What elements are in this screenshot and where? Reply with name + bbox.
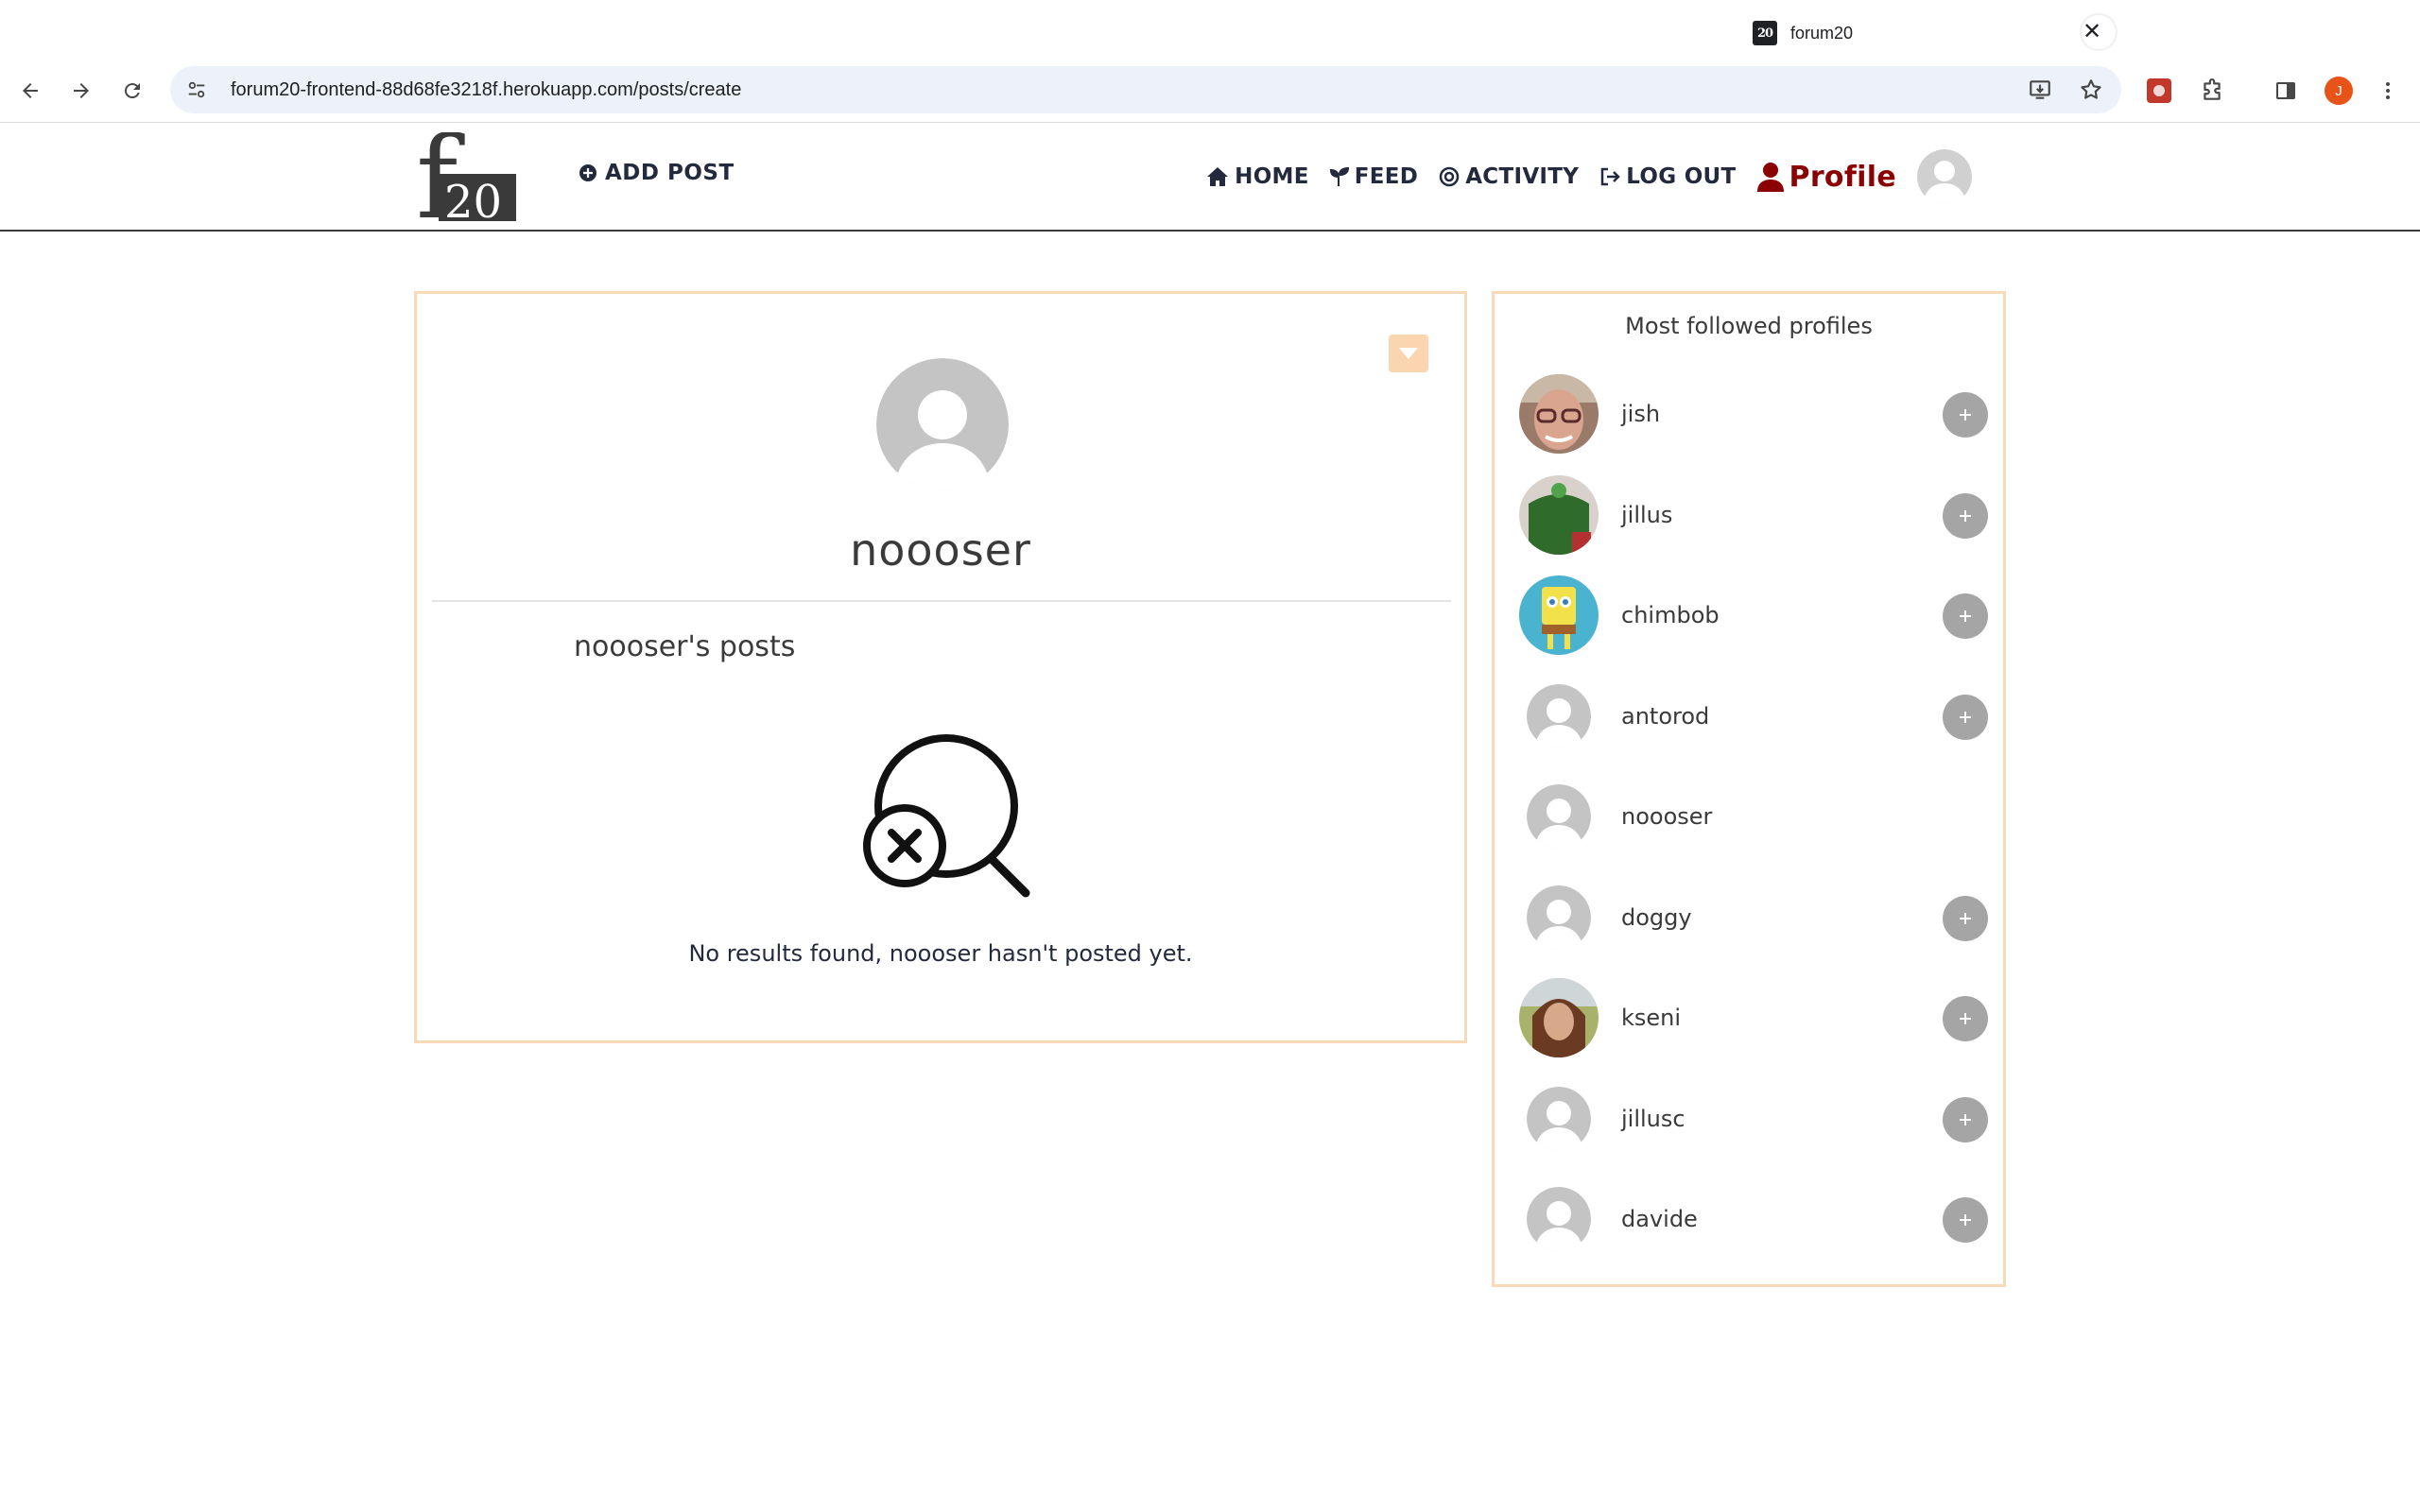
add-post-label: ADD POST: [605, 161, 735, 185]
avatar[interactable]: [1527, 683, 1591, 748]
profile-card: noooser noooser's posts No results found…: [414, 291, 1467, 1043]
nav-activity-label: ACTIVITY: [1465, 164, 1580, 189]
site-logo[interactable]: f 20: [416, 113, 522, 245]
plus-icon: [1960, 1214, 1971, 1226]
nav-logout-label: LOG OUT: [1626, 164, 1737, 189]
avatar[interactable]: [1527, 784, 1591, 850]
profile-divider: [432, 600, 1451, 602]
avatar[interactable]: [1519, 474, 1599, 555]
avatar[interactable]: [1519, 978, 1599, 1058]
browser-toolbar: forum20-frontend-88d68fe3218f.herokuapp.…: [0, 59, 2420, 123]
profile-list-item[interactable]: kseni: [1519, 968, 1988, 1069]
nav-feed-label: FEED: [1354, 164, 1419, 189]
nav-profile-link[interactable]: Profile: [1756, 160, 1896, 194]
profile-username: noooser: [850, 524, 1031, 576]
follow-button[interactable]: [1943, 895, 1988, 941]
avatar[interactable]: [1527, 1187, 1591, 1252]
avatar[interactable]: [1527, 1086, 1591, 1151]
profile-avatar: [876, 358, 1009, 490]
profile-list-item[interactable]: jillusc: [1519, 1069, 1988, 1170]
follow-button[interactable]: [1943, 593, 1988, 639]
follow-button[interactable]: [1943, 694, 1988, 740]
new-tab-loading-icon: [2080, 13, 2118, 51]
site-navbar: f 20 ADD POST HOME FEED ACTIVITY LOG OUT…: [0, 113, 2420, 245]
nav-activity-link[interactable]: ACTIVITY: [1439, 164, 1579, 189]
plus-icon: [1960, 1013, 1971, 1024]
follow-button[interactable]: [1943, 492, 1988, 539]
profile-name[interactable]: jillusc: [1621, 1106, 1685, 1132]
menu-kebab-icon[interactable]: [2367, 70, 2409, 112]
nav-feed-link[interactable]: FEED: [1329, 164, 1419, 189]
reload-icon[interactable]: [112, 70, 153, 112]
user-icon: [1756, 163, 1784, 192]
logout-icon: [1600, 167, 1621, 186]
profile-name[interactable]: doggy: [1621, 904, 1692, 931]
avatar[interactable]: [1519, 576, 1599, 656]
most-followed-title: Most followed profiles: [1625, 313, 1873, 339]
follow-button[interactable]: [1943, 996, 1988, 1041]
plus-circle-icon: [579, 164, 596, 181]
tab-favicon-icon: 20: [1753, 21, 1777, 45]
avatar[interactable]: [1519, 374, 1599, 455]
browser-tabstrip: 20 forum20 ✕: [0, 0, 2420, 59]
plus-icon: [1960, 610, 1971, 622]
bullseye-icon: [1439, 166, 1460, 187]
follow-button[interactable]: [1943, 1096, 1988, 1143]
plus-icon: [1960, 409, 1971, 421]
profile-list-item[interactable]: noooser: [1519, 766, 1988, 868]
extension-red-icon[interactable]: [2138, 70, 2180, 112]
avatar[interactable]: [1527, 885, 1591, 950]
most-followed-list: jish jillus chimbob antorod noooser dogg…: [1519, 364, 1988, 1270]
plus-icon: [1960, 1113, 1971, 1125]
profile-name[interactable]: kseni: [1621, 1005, 1681, 1031]
caret-down-icon: [1399, 348, 1418, 359]
seedling-icon: [1329, 166, 1349, 186]
nav-logout-link[interactable]: LOG OUT: [1599, 164, 1736, 189]
profile-name[interactable]: chimbob: [1621, 602, 1720, 628]
profile-list-item[interactable]: antorod: [1519, 666, 1988, 767]
extensions-puzzle-icon[interactable]: [2191, 70, 2233, 112]
plus-icon: [1960, 509, 1971, 522]
no-results-search-icon: [861, 729, 1031, 899]
profile-list-item[interactable]: chimbob: [1519, 565, 1988, 666]
profile-list-item[interactable]: jish: [1519, 364, 1988, 465]
url-text[interactable]: forum20-frontend-88d68fe3218f.herokuapp.…: [231, 79, 741, 101]
plus-icon: [1960, 912, 1971, 924]
no-results-message: No results found, noooser hasn't posted …: [688, 940, 1193, 967]
posts-heading: noooser's posts: [574, 630, 796, 663]
add-post-link[interactable]: ADD POST: [579, 161, 735, 185]
nav-profile-label: Profile: [1789, 160, 1896, 194]
bookmark-star-icon[interactable]: [2072, 71, 2110, 109]
profile-name[interactable]: noooser: [1621, 803, 1712, 830]
follow-button[interactable]: [1943, 392, 1988, 438]
profile-name[interactable]: antorod: [1621, 703, 1709, 730]
address-bar[interactable]: forum20-frontend-88d68fe3218f.herokuapp.…: [170, 66, 2121, 113]
profile-edit-dropdown[interactable]: [1389, 335, 1428, 372]
nav-user-avatar[interactable]: [1917, 149, 1972, 204]
profile-name[interactable]: jish: [1621, 401, 1660, 427]
profile-name[interactable]: davide: [1621, 1206, 1698, 1232]
install-app-icon[interactable]: [2021, 71, 2059, 109]
home-icon: [1207, 167, 1229, 186]
plus-icon: [1960, 711, 1971, 723]
profile-list-item[interactable]: doggy: [1519, 868, 1988, 969]
profile-avatar-icon[interactable]: J: [2318, 70, 2360, 112]
browser-tab[interactable]: 20 forum20 ✕: [1737, 8, 2118, 59]
nav-home-link[interactable]: HOME: [1206, 164, 1309, 189]
site-info-icon[interactable]: [178, 71, 216, 109]
most-followed-card: Most followed profiles jish jillus chimb…: [1492, 291, 2006, 1287]
svg-text:20: 20: [444, 176, 502, 227]
side-panel-icon[interactable]: [2265, 70, 2307, 112]
profile-name[interactable]: jillus: [1621, 502, 1672, 528]
profile-list-item[interactable]: davide: [1519, 1169, 1988, 1270]
back-icon[interactable]: [9, 70, 51, 112]
nav-home-label: HOME: [1235, 164, 1309, 189]
tab-title: forum20: [1790, 23, 1854, 43]
profile-list-item[interactable]: jillus: [1519, 465, 1988, 566]
nav-links: HOME FEED ACTIVITY LOG OUT Profile: [1185, 147, 1972, 206]
follow-button[interactable]: [1943, 1197, 1988, 1243]
forward-icon[interactable]: [60, 70, 102, 112]
